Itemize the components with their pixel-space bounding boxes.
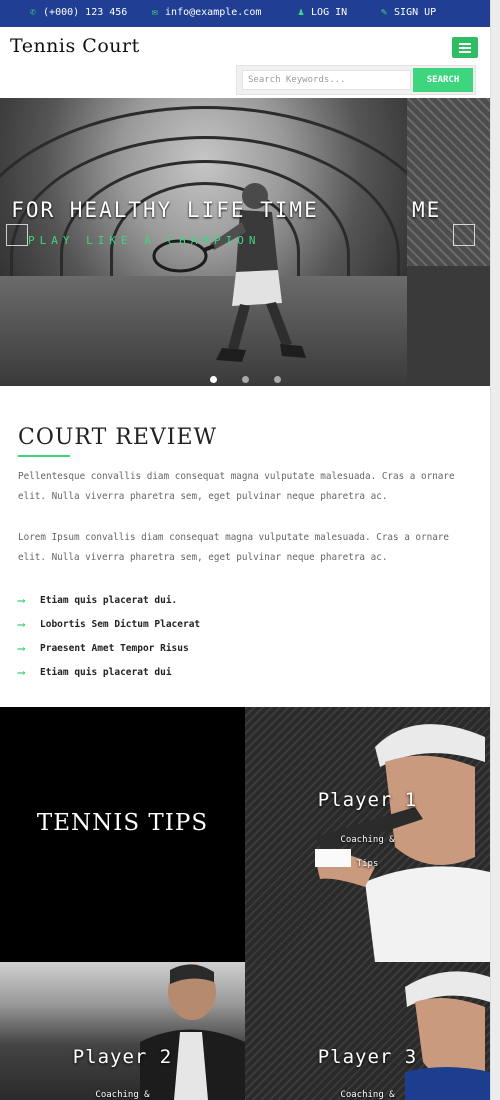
hamburger-icon-bar (459, 47, 471, 49)
hero-next-slide-image (407, 98, 490, 386)
player-photo (405, 971, 490, 1100)
slider-dot[interactable] (210, 376, 217, 383)
player-card[interactable]: Player 3 Coaching & (245, 962, 490, 1100)
player-photo (140, 964, 245, 1100)
arrow-right-icon: ⟶ (18, 617, 25, 631)
player-card[interactable]: Player 2 Coaching & (0, 962, 245, 1100)
slider-next-button[interactable] (453, 224, 475, 246)
list-item-text: Praesent Amet Tempor Risus (40, 642, 189, 654)
player-name[interactable]: Player 3 (245, 1046, 490, 1068)
list-item-text: Etiam quis placerat dui (40, 666, 172, 678)
tips-title-tile: TENNIS TIPS (0, 707, 245, 962)
arrow-right-icon: ⟶ (18, 593, 25, 607)
tips-title: TENNIS TIPS (36, 810, 209, 836)
slider-dot[interactable] (242, 376, 249, 383)
list-item: ⟶ Lobortis Sem Dictum Placerat (18, 612, 200, 636)
review-paragraph: Lorem Ipsum convallis diam consequat mag… (18, 532, 449, 563)
player-name[interactable]: Player 2 (0, 1046, 245, 1068)
player-subtitle: Coaching & (340, 835, 395, 845)
player-subtitle: Coaching & (95, 1090, 150, 1100)
signup-label[interactable]: SIGN UP (394, 7, 436, 18)
player-subtitle: Coaching & (340, 1090, 395, 1100)
search-button[interactable]: SEARCH (413, 68, 473, 92)
hero-caption-next: ME (412, 198, 442, 222)
email-item[interactable]: ✉ info@example.com (152, 7, 261, 18)
slider-dot[interactable] (274, 376, 281, 383)
phone-item: ✆ (+000) 123 456 (30, 7, 127, 18)
edit-icon: ✎ (381, 7, 388, 18)
review-list: ⟶ Etiam quis placerat dui. ⟶ Lobortis Sem … (18, 588, 200, 684)
slider-prev-button[interactable] (6, 224, 28, 246)
arrow-right-icon: ⟶ (18, 665, 25, 679)
review-paragraph: Pellentesque convallis diam consequat ma… (18, 471, 455, 502)
login-link[interactable]: ♟ LOG IN (298, 7, 347, 18)
user-icon: ♟ (298, 7, 305, 18)
next-slide-floor (407, 266, 490, 386)
player-card[interactable]: Player 1 Coaching & Tips (245, 707, 490, 962)
email-link[interactable]: info@example.com (165, 7, 261, 18)
hero-subcaption: PLAY LIKE A CHAMPION (28, 234, 261, 247)
arrow-right-icon: ⟶ (18, 641, 25, 655)
hamburger-icon-bar (459, 51, 471, 53)
title-underline (18, 455, 70, 457)
phone-number: (+000) 123 456 (43, 7, 128, 18)
list-item-text: Etiam quis placerat dui. (40, 594, 178, 606)
list-item: ⟶ Praesent Amet Tempor Risus (18, 636, 200, 660)
section-title: COURT REVIEW (18, 425, 218, 450)
top-contact-bar: ✆ (+000) 123 456 ✉ info@example.com ♟ LO… (0, 0, 490, 27)
search-form: SEARCH (236, 65, 476, 95)
hero-slider[interactable]: ORTS FOR HEALTHY LIFE TIME ME PLAY LIKE … (0, 98, 490, 386)
hamburger-icon-bar (459, 43, 471, 45)
phone-icon: ✆ (30, 7, 37, 18)
login-label[interactable]: LOG IN (311, 7, 347, 18)
list-item-text: Lobortis Sem Dictum Placerat (40, 618, 201, 630)
player-subtitle: Tips (356, 859, 379, 869)
menu-toggle-button[interactable] (452, 37, 478, 58)
envelope-icon: ✉ (152, 7, 159, 18)
slider-pagination (210, 376, 281, 383)
site-brand[interactable]: Tennis Court (10, 35, 140, 57)
page-scrollbar[interactable] (490, 0, 500, 1100)
tennis-tips-grid: TENNIS TIPS Player 1 Coaching & Tips Pla… (0, 707, 490, 1100)
signup-link[interactable]: ✎ SIGN UP (381, 7, 436, 18)
list-item: ⟶ Etiam quis placerat dui (18, 660, 200, 684)
list-item: ⟶ Etiam quis placerat dui. (18, 588, 200, 612)
search-input[interactable] (242, 70, 411, 90)
player-name[interactable]: Player 1 (245, 789, 490, 811)
